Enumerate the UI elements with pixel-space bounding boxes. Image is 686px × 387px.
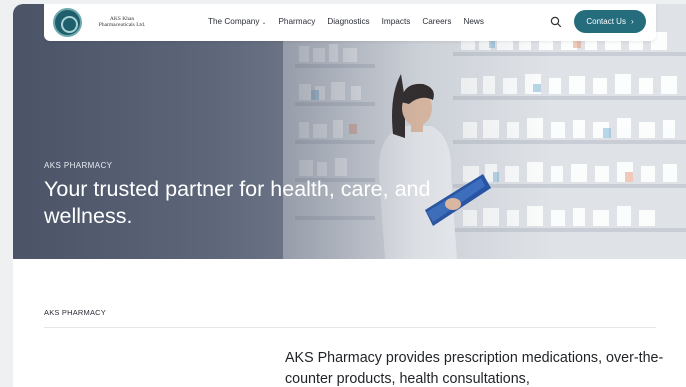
nav-item-the-company[interactable]: The Company ⌄ (208, 17, 266, 26)
nav-links: The Company ⌄ Pharmacy Diagnostics Impact… (208, 17, 496, 26)
nav-item-label: The Company (208, 17, 260, 26)
nav-item-impacts[interactable]: Impacts (382, 17, 411, 26)
contact-us-button[interactable]: Contact Us › (574, 10, 646, 33)
hero-title: Your trusted partner for health, care, a… (44, 177, 431, 228)
top-navigation: AKS Khan Pharmaceuticals Ltd. The Compan… (44, 4, 656, 41)
hero-banner: AKS PHARMACY Your trusted partner for he… (13, 4, 686, 259)
hero-kicker: AKS PHARMACY (44, 161, 113, 170)
section-intro-text: AKS Pharmacy provides prescription medic… (285, 350, 664, 387)
logo-line-2: Pharmaceuticals Ltd. (98, 22, 146, 28)
company-logo-text[interactable]: AKS Khan Pharmaceuticals Ltd. (87, 16, 157, 28)
nav-item-pharmacy[interactable]: Pharmacy (278, 17, 315, 26)
section-divider (44, 327, 656, 328)
section-kicker: AKS PHARMACY (44, 308, 106, 317)
company-logo-icon[interactable] (53, 8, 82, 37)
chevron-down-icon: ⌄ (261, 20, 267, 26)
contact-us-label: Contact Us (586, 17, 626, 26)
search-icon[interactable] (550, 16, 562, 28)
chevron-right-icon: › (630, 17, 634, 26)
nav-item-news[interactable]: News (463, 17, 483, 26)
page: AKS PHARMACY Your trusted partner for he… (13, 4, 686, 387)
nav-item-careers[interactable]: Careers (422, 17, 451, 26)
nav-item-diagnostics[interactable]: Diagnostics (327, 17, 369, 26)
